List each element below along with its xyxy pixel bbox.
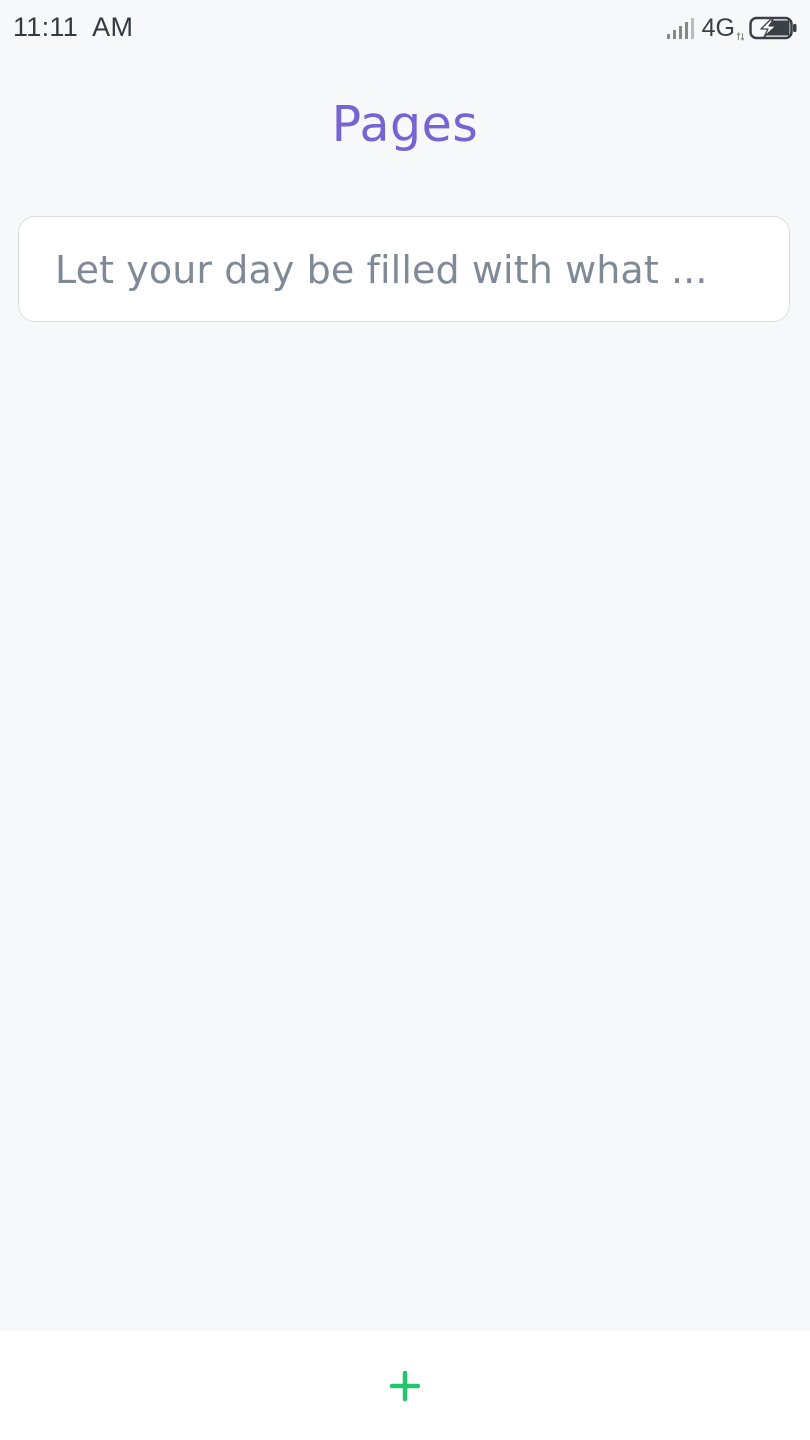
plus-icon bbox=[390, 1371, 420, 1401]
add-page-button[interactable] bbox=[375, 1356, 435, 1416]
status-time: 11:11 AM bbox=[13, 12, 134, 42]
page-entry-text: Let your day be filled with what ... bbox=[55, 248, 708, 292]
battery-charging-icon bbox=[749, 16, 797, 40]
network-arrows-icon bbox=[737, 31, 744, 41]
network-type-label: 4G bbox=[701, 13, 744, 43]
signal-icon bbox=[666, 18, 694, 39]
status-icons: 4G bbox=[666, 13, 798, 43]
page-title: Pages bbox=[331, 96, 479, 153]
network-type-text: 4G bbox=[701, 13, 735, 42]
status-bar: 11:11 AM 4G bbox=[0, 0, 810, 56]
page-entry-card[interactable]: Let your day be filled with what ... bbox=[18, 216, 790, 322]
bottom-bar bbox=[0, 1331, 810, 1440]
